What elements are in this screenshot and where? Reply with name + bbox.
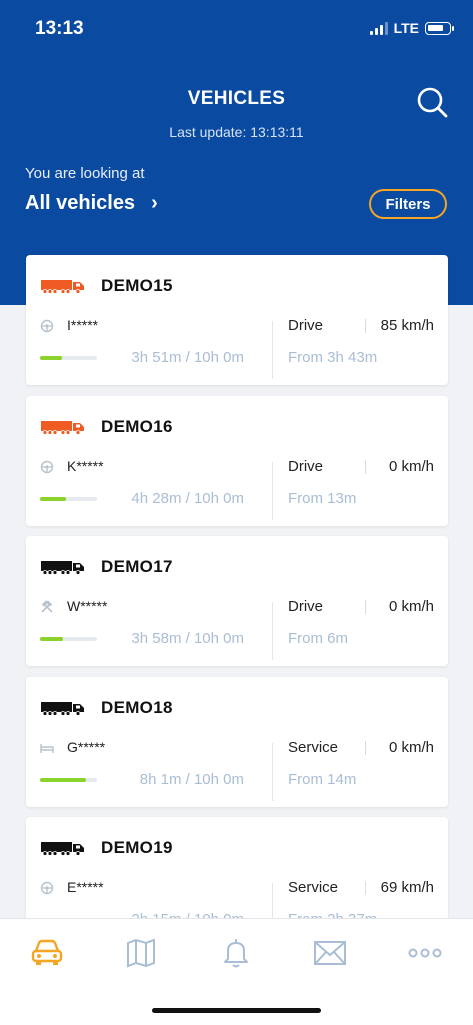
driver-name: E***** bbox=[67, 879, 104, 895]
driver-name: K***** bbox=[67, 457, 104, 474]
tab-more[interactable] bbox=[405, 933, 445, 973]
vehicle-name: DEMO17 bbox=[101, 557, 173, 576]
vehicle-speed: 0 km/h bbox=[388, 598, 434, 615]
hammers-icon bbox=[40, 600, 54, 614]
truck-icon bbox=[41, 560, 85, 575]
bed-icon bbox=[40, 741, 54, 755]
map-icon bbox=[127, 938, 155, 968]
driver-name: I***** bbox=[67, 317, 99, 333]
home-indicator bbox=[152, 1008, 321, 1013]
status-time: 13:13 bbox=[35, 18, 84, 39]
page-title: VEHICLES bbox=[187, 88, 286, 109]
car-icon bbox=[31, 939, 63, 965]
vehicle-card[interactable]: DEMO18 G***** 8h 1m / 10h 0m Service 0 km/h F… bbox=[26, 676, 448, 807]
vehicle-status: Service bbox=[288, 879, 339, 896]
vehicle-speed: 0 km/h bbox=[388, 457, 434, 475]
last-update: Last update: 13:13:11 bbox=[169, 124, 304, 140]
vehicle-status: Service bbox=[288, 738, 339, 756]
divider bbox=[365, 600, 366, 614]
signal-icon bbox=[369, 21, 388, 35]
divider bbox=[272, 602, 273, 660]
vehicle-name: DEMO19 bbox=[101, 838, 173, 857]
truck-icon bbox=[41, 279, 85, 294]
status-duration: From 6m bbox=[288, 630, 348, 647]
vehicle-name: DEMO15 bbox=[101, 276, 173, 295]
divider bbox=[272, 742, 273, 801]
steering-wheel-icon bbox=[40, 881, 54, 895]
battery-icon bbox=[425, 21, 454, 35]
truck-icon bbox=[41, 420, 85, 435]
vehicle-speed: 85 km/h bbox=[380, 317, 434, 334]
search-icon[interactable] bbox=[414, 84, 450, 120]
vehicle-group-selector[interactable]: All vehicles › bbox=[25, 192, 158, 215]
bell-icon bbox=[224, 939, 248, 968]
driver-name: W***** bbox=[67, 598, 108, 614]
status-duration: From 13m bbox=[288, 489, 357, 507]
vehicle-card[interactable]: DEMO15 I***** 3h 51m / 10h 0m Drive 85 km/h F… bbox=[26, 255, 448, 385]
drive-time-progress bbox=[40, 777, 97, 782]
vehicle-card[interactable]: DEMO17 W***** 3h 58m / 10h 0m Drive 0 km/h Fr… bbox=[26, 536, 448, 666]
tab-map[interactable] bbox=[121, 933, 161, 973]
more-icon bbox=[408, 948, 442, 958]
divider bbox=[365, 881, 366, 895]
divider bbox=[272, 321, 273, 379]
divider bbox=[365, 319, 366, 333]
drive-time-progress bbox=[40, 637, 97, 641]
steering-wheel-icon bbox=[40, 319, 54, 333]
network-label: LTE bbox=[393, 20, 419, 36]
status-indicators: LTE bbox=[369, 20, 454, 36]
vehicle-speed: 69 km/h bbox=[380, 879, 434, 896]
drive-time-used: 3h 58m / 10h 0m bbox=[131, 630, 244, 647]
truck-icon bbox=[41, 701, 85, 716]
drive-time-used: 4h 28m / 10h 0m bbox=[131, 489, 244, 507]
vehicle-name: DEMO18 bbox=[101, 697, 173, 717]
drive-time-used: 3h 51m / 10h 0m bbox=[131, 349, 244, 366]
vehicle-status: Drive bbox=[288, 317, 324, 334]
tab-notifications[interactable] bbox=[216, 933, 256, 973]
driver-name: G***** bbox=[67, 738, 106, 755]
vehicle-card[interactable]: DEMO16 K***** 4h 28m / 10h 0m Drive 0 km/h Fr… bbox=[26, 395, 448, 526]
looking-at-label: You are looking at bbox=[25, 165, 145, 182]
truck-icon bbox=[41, 841, 85, 856]
drive-time-progress bbox=[40, 356, 97, 360]
drive-time-used: 8h 1m / 10h 0m bbox=[139, 770, 244, 788]
divider bbox=[365, 459, 366, 474]
selection-label: All vehicles bbox=[25, 192, 136, 214]
vehicle-speed: 0 km/h bbox=[388, 738, 434, 756]
status-duration: From 14m bbox=[288, 770, 357, 788]
filters-button[interactable]: Filters bbox=[369, 189, 447, 219]
drive-time-progress bbox=[40, 496, 97, 501]
chevron-right-icon: › bbox=[151, 192, 158, 214]
status-duration: From 3h 43m bbox=[288, 349, 378, 366]
mail-icon bbox=[314, 941, 346, 965]
tab-messages[interactable] bbox=[310, 933, 350, 973]
vehicle-name: DEMO16 bbox=[101, 416, 173, 436]
divider bbox=[272, 461, 273, 520]
vehicle-status: Drive bbox=[288, 598, 324, 615]
vehicle-status: Drive bbox=[288, 457, 324, 475]
divider bbox=[365, 740, 366, 755]
steering-wheel-icon bbox=[40, 460, 54, 474]
tab-vehicles[interactable] bbox=[27, 933, 67, 973]
